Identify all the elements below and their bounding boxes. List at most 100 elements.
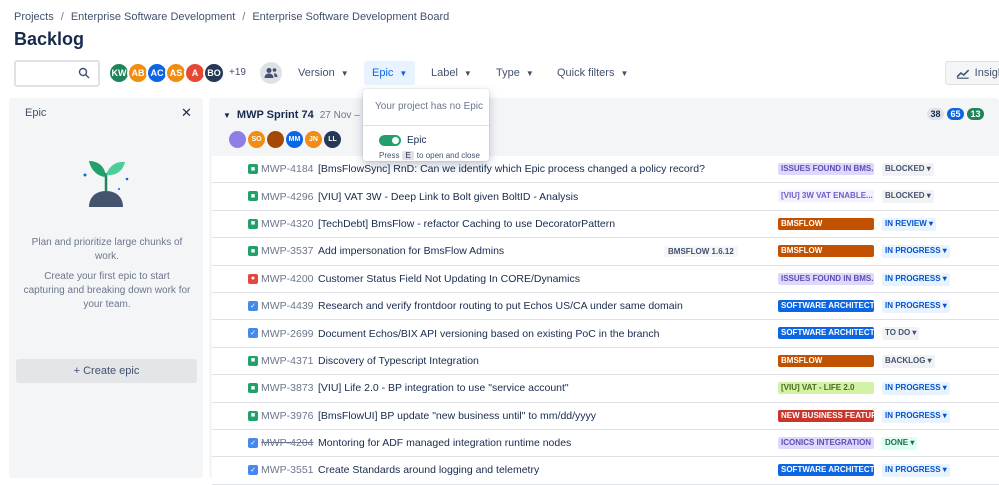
table-row[interactable]: ■ MWP-3976 [BmsFlowUI] BP update "new busi… <box>212 402 999 430</box>
quick-filters[interactable]: Quick filters ▼ <box>549 61 636 85</box>
issue-key[interactable]: MWP-4204 <box>261 437 314 449</box>
issue-summary[interactable]: Add impersonation for BmsFlow Admins <box>318 245 504 257</box>
issue-key[interactable]: MWP-4320 <box>261 218 314 230</box>
status-dropdown[interactable]: IN PROGRESS ▾ <box>882 382 950 396</box>
status-dropdown[interactable]: IN PROGRESS ▾ <box>882 464 950 478</box>
table-row[interactable]: ■ MWP-3537 Add impersonation for BmsFlow A… <box>212 238 999 266</box>
label-badge[interactable]: BMSFLOW <box>778 245 874 258</box>
table-row[interactable]: ✓ MWP-3551 Create Standards around logging… <box>212 457 999 485</box>
status-dropdown[interactable]: IN PROGRESS ▾ <box>882 272 950 286</box>
create-epic-button[interactable]: + Create epic <box>16 359 197 383</box>
chevron-down-icon: ▾ <box>940 410 947 420</box>
label-badge[interactable]: BMSFLOW <box>778 217 874 230</box>
issue-summary[interactable]: Document Echos/BIX API versioning based … <box>318 328 659 340</box>
issue-key[interactable]: MWP-4371 <box>261 355 314 367</box>
status-label: TO DO <box>885 328 911 338</box>
table-row[interactable]: ■ MWP-4320 [TechDebt] BmsFlow - refactor C… <box>212 210 999 239</box>
status-label: IN PROGRESS <box>885 383 941 393</box>
status-label: IN PROGRESS <box>885 465 941 475</box>
status-dropdown[interactable]: IN REVIEW ▾ <box>882 217 937 231</box>
label-badge[interactable]: ISSUES FOUND IN BMS... <box>778 272 874 285</box>
status-dropdown[interactable]: IN PROGRESS ▾ <box>882 299 950 313</box>
issue-key[interactable]: MWP-4296 <box>261 191 314 203</box>
status-label: IN REVIEW <box>885 218 927 228</box>
table-row[interactable]: ✓ MWP-2699 Document Echos/BIX API versioni… <box>212 320 999 348</box>
status-dropdown[interactable]: BLOCKED ▾ <box>882 163 934 176</box>
label-filter[interactable]: Label ▼ <box>423 61 480 85</box>
status-label: BLOCKED <box>885 164 925 173</box>
breadcrumb-project[interactable]: Enterprise Software Development <box>71 11 235 23</box>
chevron-down-icon[interactable]: ▼ <box>223 111 231 120</box>
issue-key[interactable]: MWP-3873 <box>261 382 314 394</box>
breadcrumb: Projects / Enterprise Software Developme… <box>14 11 449 23</box>
issue-summary[interactable]: Montoring for ADF managed integration ru… <box>318 437 571 449</box>
issue-key[interactable]: MWP-3976 <box>261 410 314 422</box>
label-badge[interactable]: BMSFLOW <box>778 354 874 367</box>
sprint-header[interactable]: ▼ MWP Sprint 74 27 Nov – 11 D <box>223 109 383 121</box>
label-badge[interactable]: ICONICS INTEGRATION <box>778 436 874 449</box>
story-icon: ■ <box>248 191 258 202</box>
member-avatar[interactable]: MM <box>286 131 303 148</box>
status-dropdown[interactable]: IN PROGRESS ▾ <box>882 245 950 259</box>
label-badge[interactable]: SOFTWARE ARCHITECT... <box>778 327 874 340</box>
more-avatars-count[interactable]: +19 <box>229 62 246 84</box>
status-dropdown[interactable]: BLOCKED ▾ <box>882 190 934 204</box>
issue-key[interactable]: MWP-4439 <box>261 300 314 312</box>
insights-button[interactable]: Insigh <box>945 61 999 85</box>
issue-summary[interactable]: [TechDebt] BmsFlow - refactor Caching to… <box>318 218 615 230</box>
bug-icon: ● <box>248 273 258 284</box>
version-filter[interactable]: Version ▼ <box>290 61 357 85</box>
table-row[interactable]: ✓ MWP-4204 Montoring for ADF managed integ… <box>212 429 999 458</box>
close-icon[interactable]: ✕ <box>181 105 192 121</box>
label-badge[interactable]: NEW BUSINESS FEATUR... <box>778 409 874 422</box>
issue-summary[interactable]: [VIU] VAT 3W - Deep Link to Bolt given B… <box>318 191 578 203</box>
label-badge[interactable]: [VIU] 3W VAT ENABLE... <box>778 190 874 203</box>
issue-key[interactable]: MWP-4200 <box>261 273 314 285</box>
issue-summary[interactable]: Create Standards around logging and tele… <box>318 464 539 476</box>
status-dropdown[interactable]: TO DO ▾ <box>882 327 920 341</box>
issue-key[interactable]: MWP-3551 <box>261 464 314 476</box>
table-row[interactable]: ● MWP-4200 Customer Status Field Not Updat… <box>212 265 999 293</box>
quick-filters-label: Quick filters <box>557 67 615 79</box>
epic-toggle[interactable] <box>379 135 401 146</box>
issue-summary[interactable]: Research and verify frontdoor routing to… <box>318 300 683 312</box>
type-filter[interactable]: Type ▼ <box>488 61 542 85</box>
label-badge[interactable]: SOFTWARE ARCHITECT... <box>778 299 874 312</box>
issue-summary[interactable]: Customer Status Field Not Updating In CO… <box>318 273 580 285</box>
chevron-down-icon: ▾ <box>940 383 947 393</box>
member-avatar[interactable] <box>229 131 246 148</box>
status-dropdown[interactable]: BACKLOG ▾ <box>882 354 935 368</box>
issue-key[interactable]: MWP-4184 <box>261 163 314 175</box>
table-row[interactable]: ■ MWP-4184 [BmsFlowSync] RnD: Can we ident… <box>212 156 999 184</box>
table-row[interactable]: ■ MWP-3873 [VIU] Life 2.0 - BP integration… <box>212 375 999 403</box>
member-avatar[interactable]: JN <box>305 131 322 148</box>
table-row[interactable]: ✓ MWP-4439 Research and verify frontdoor r… <box>212 292 999 321</box>
issue-key[interactable]: MWP-2699 <box>261 328 314 340</box>
table-row[interactable]: ■ MWP-4296 [VIU] VAT 3W - Deep Link to Bol… <box>212 183 999 211</box>
insights-label: Insigh <box>974 67 999 79</box>
chevron-down-icon: ▾ <box>940 246 947 256</box>
breadcrumb-board[interactable]: Enterprise Software Development Board <box>252 11 449 23</box>
member-avatar[interactable] <box>267 131 284 148</box>
issue-summary[interactable]: [BmsFlowUI] BP update "new business unti… <box>318 410 596 422</box>
avatar[interactable]: BO <box>203 62 225 84</box>
member-avatar[interactable]: LL <box>324 131 341 148</box>
status-dropdown[interactable]: DONE ▾ <box>882 436 918 450</box>
label-badge[interactable]: [VIU] VAT - LIFE 2.0 <box>778 382 874 395</box>
breadcrumb-separator: / <box>242 11 246 23</box>
issue-key[interactable]: MWP-3537 <box>261 245 314 257</box>
story-icon: ■ <box>248 164 258 174</box>
add-people-button[interactable] <box>260 62 282 84</box>
label-badge[interactable]: SOFTWARE ARCHITECT... <box>778 464 874 477</box>
status-dropdown[interactable]: IN PROGRESS ▾ <box>882 409 950 423</box>
epic-filter[interactable]: Epic ▼ <box>364 61 416 85</box>
label-badge[interactable]: ISSUES FOUND IN BMS... <box>778 163 874 175</box>
breadcrumb-projects[interactable]: Projects <box>14 11 54 23</box>
search-input[interactable] <box>14 60 100 87</box>
issue-summary[interactable]: [BmsFlowSync] RnD: Can we identify which… <box>318 163 705 175</box>
label-filter-label: Label <box>431 67 458 79</box>
issue-summary[interactable]: [VIU] Life 2.0 - BP integration to use "… <box>318 382 569 394</box>
issue-summary[interactable]: Discovery of Typescript Integration <box>318 355 479 367</box>
table-row[interactable]: ■ MWP-4371 Discovery of Typescript Integra… <box>212 347 999 376</box>
member-avatar[interactable]: SO <box>248 131 265 148</box>
